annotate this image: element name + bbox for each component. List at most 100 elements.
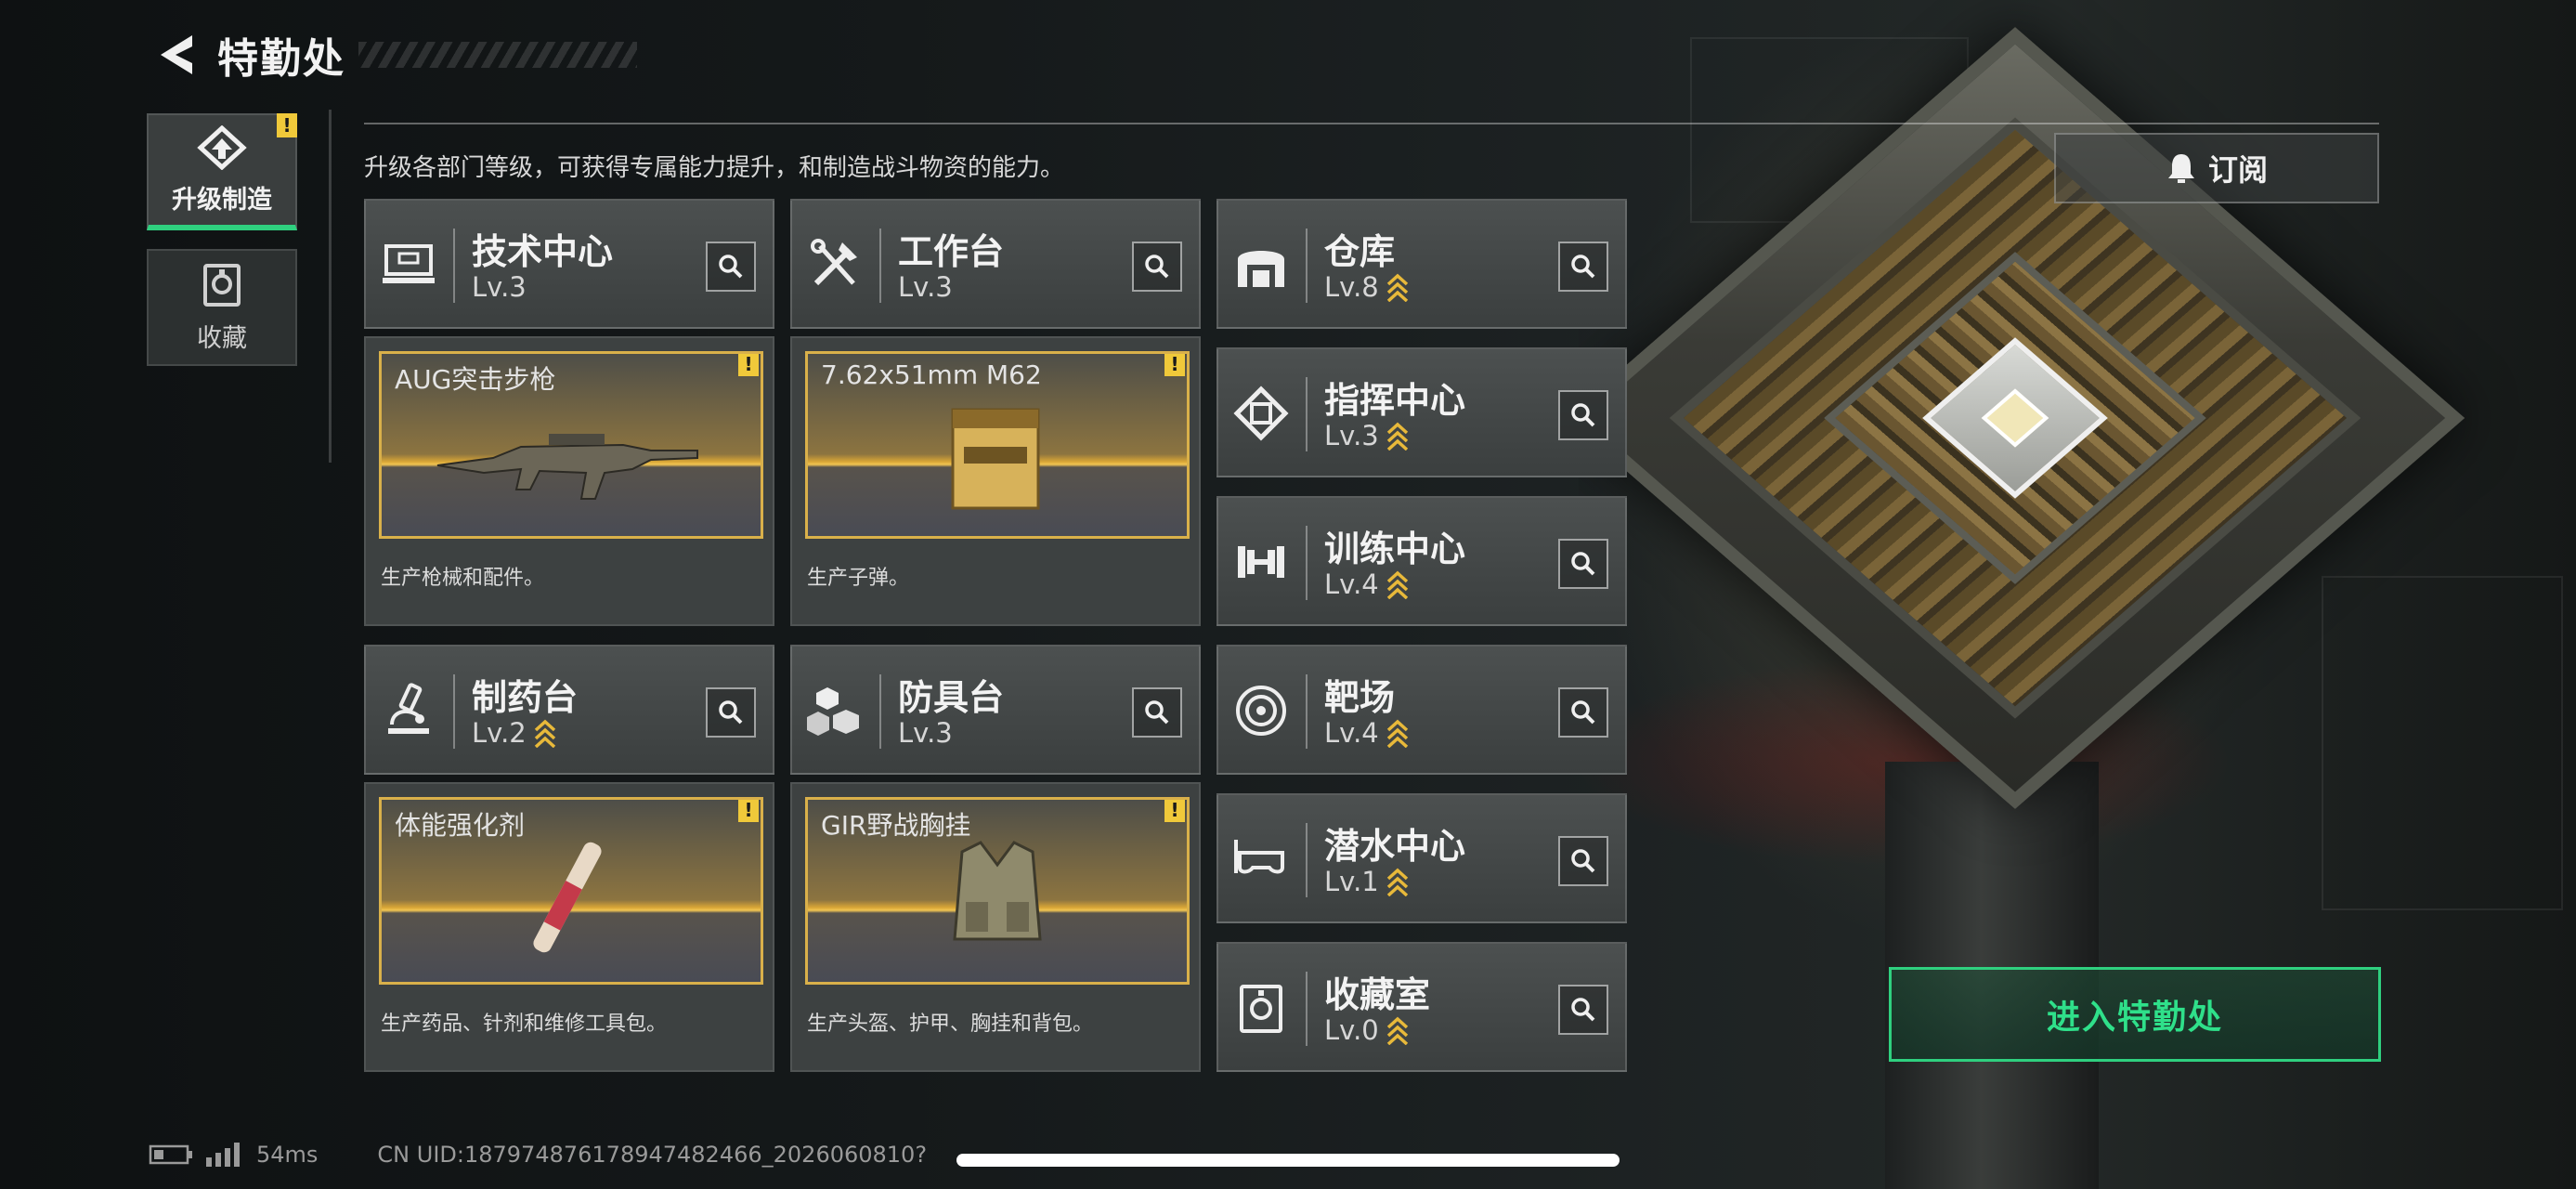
search-button[interactable] [706, 242, 756, 292]
search-icon [1571, 552, 1595, 576]
search-button[interactable] [1132, 687, 1182, 738]
tech-center-icon [383, 244, 435, 283]
station-name: 技术中心 [472, 231, 614, 272]
command-center-icon [1233, 385, 1289, 441]
nav-tab-label: 收藏 [197, 323, 247, 353]
status-footer: 54ms CN UID:187974876178947482466_202606… [149, 1139, 927, 1170]
station-workbench[interactable]: 工作台 Lv.3 [790, 199, 1201, 329]
production-item-name: GIR野战胸挂 [821, 810, 971, 841]
search-button[interactable] [1558, 985, 1608, 1035]
subscribe-label: 订阅 [2207, 152, 2268, 188]
back-button[interactable] [149, 27, 204, 83]
upgrade-chevron-icon [1386, 1015, 1409, 1045]
upgrade-chevron-icon [1386, 421, 1409, 451]
search-button[interactable] [1558, 242, 1608, 292]
search-icon [1571, 849, 1595, 873]
search-icon [1571, 255, 1595, 279]
station-name: 潜水中心 [1324, 826, 1466, 867]
production-description: 生产子弹。 [807, 567, 910, 590]
production-panel-medical: 体能强化剂 ! 生产药品、针剂和维修工具包。 [364, 782, 774, 1072]
production-description: 生产药品、针剂和维修工具包。 [381, 1013, 668, 1036]
shooting-range-icon [1236, 686, 1286, 736]
back-arrow-icon [161, 35, 192, 74]
production-item[interactable]: 体能强化剂 ! [379, 797, 763, 985]
search-button[interactable] [706, 687, 756, 738]
search-icon [1145, 255, 1169, 279]
station-name: 指挥中心 [1324, 380, 1466, 421]
production-item-name: 7.62x51mm M62 [821, 359, 1042, 390]
station-name: 制药台 [472, 677, 579, 718]
production-item[interactable]: GIR野战胸挂 ! [805, 797, 1190, 985]
station-training-center[interactable]: 训练中心 Lv.4 [1216, 496, 1627, 626]
search-icon [1145, 700, 1169, 725]
station-collection-room[interactable]: 收藏室 Lv.0 [1216, 942, 1627, 1072]
nav-tab-collection[interactable]: 收藏 [147, 249, 297, 366]
search-icon [719, 700, 743, 725]
production-panel-gear: GIR野战胸挂 ! 生产头盔、护甲、胸挂和背包。 [790, 782, 1201, 1072]
page-description: 升级各部门等级，可获得专属能力提升，和制造战斗物资的能力。 [364, 154, 1065, 182]
header: 特勤处 [149, 22, 637, 87]
search-button[interactable] [1132, 242, 1182, 292]
search-icon [1571, 998, 1595, 1022]
station-shooting-range[interactable]: 靶场 Lv.4 [1216, 645, 1627, 775]
station-level: Lv.1 [1324, 866, 1379, 897]
station-level: Lv.4 [1324, 568, 1379, 600]
search-button[interactable] [1558, 539, 1608, 589]
page-title: 特勤处 [217, 35, 345, 83]
station-tech-center[interactable]: 技术中心 Lv.3 [364, 199, 774, 329]
station-name: 收藏室 [1324, 974, 1431, 1015]
station-level: Lv.0 [1324, 1014, 1379, 1046]
upgrade-chevron-icon [1386, 272, 1409, 302]
production-description: 生产头盔、护甲、胸挂和背包。 [807, 1013, 1094, 1036]
nav-tab-upgrade-craft[interactable]: ! 升级制造 [147, 113, 297, 230]
production-item[interactable]: AUG突击步枪 ! [379, 351, 763, 539]
pharmacy-icon [388, 683, 429, 734]
ping-value: 54ms [256, 1142, 319, 1168]
station-name: 工作台 [898, 231, 1005, 272]
top-rule [364, 123, 2379, 124]
alert-badge: ! [738, 800, 759, 822]
title-stripe [358, 42, 637, 68]
station-command-center[interactable]: 指挥中心 Lv.3 [1216, 347, 1627, 477]
station-name: 防具台 [898, 677, 1005, 718]
search-icon [1571, 403, 1595, 427]
home-indicator[interactable] [956, 1154, 1620, 1167]
station-diving-center[interactable]: 潜水中心 Lv.1 [1216, 793, 1627, 923]
station-level: Lv.2 [472, 717, 527, 749]
production-item-name: 体能强化剂 [395, 810, 526, 841]
upgrade-chevron-icon [1386, 569, 1409, 599]
training-center-icon [1238, 546, 1284, 578]
search-button[interactable] [1558, 390, 1608, 440]
station-armor-bench[interactable]: 防具台 Lv.3 [790, 645, 1201, 775]
search-button[interactable] [1558, 687, 1608, 738]
enter-button-label: 进入特勤处 [2046, 999, 2223, 1037]
upgrade-chevron-icon [1386, 718, 1409, 748]
production-item[interactable]: 7.62x51mm M62 ! [805, 351, 1190, 539]
station-warehouse[interactable]: 仓库 Lv.8 [1216, 199, 1627, 329]
production-panel-weapons: AUG突击步枪 ! 生产枪械和配件。 [364, 336, 774, 626]
collection-icon [203, 263, 241, 307]
search-button[interactable] [1558, 836, 1608, 886]
station-level: Lv.4 [1324, 717, 1379, 749]
station-pharmacy[interactable]: 制药台 Lv.2 [364, 645, 774, 775]
alert-badge: ! [1164, 800, 1185, 822]
station-name: 训练中心 [1324, 529, 1466, 569]
alert-badge: ! [1164, 354, 1185, 376]
station-level: Lv.3 [898, 271, 953, 303]
workbench-icon [811, 239, 857, 286]
station-level: Lv.3 [1324, 420, 1379, 451]
alert-badge: ! [277, 113, 297, 137]
upgrade-chevron-icon [1386, 867, 1409, 896]
station-name: 靶场 [1324, 677, 1396, 718]
search-icon [719, 255, 743, 279]
warehouse-icon [1238, 251, 1284, 287]
collection-room-icon [1240, 985, 1282, 1033]
armor-bench-icon [807, 687, 859, 736]
enter-special-ops-button[interactable]: 进入特勤处 [1889, 967, 2381, 1062]
wall-panel [2322, 576, 2563, 910]
bell-icon [2167, 154, 2194, 183]
upgrade-chevron-icon [534, 718, 556, 748]
user-uid: CN UID:187974876178947482466_2026060810? [377, 1142, 928, 1168]
subscribe-button[interactable]: 订阅 [2054, 133, 2379, 203]
signal-icon [206, 1143, 240, 1167]
